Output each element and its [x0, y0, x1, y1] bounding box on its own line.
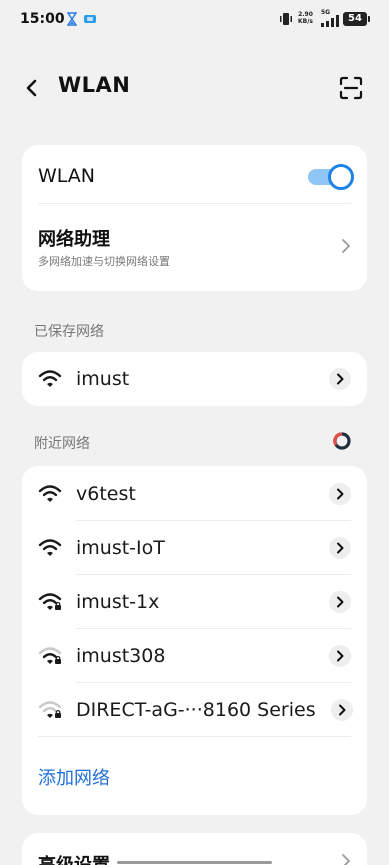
vibrate-icon	[280, 13, 292, 25]
network-assistant-title: 网络助理	[38, 229, 110, 250]
wifi-medium-locked-icon	[38, 647, 62, 664]
page-title: WLAN	[58, 73, 131, 97]
network-row-v6test[interactable]: v6test	[22, 466, 367, 520]
wifi-full-icon	[38, 539, 62, 556]
network-name: imust-1x	[76, 591, 160, 613]
network-row-imust[interactable]: imust	[22, 352, 367, 406]
network-row-imust-1x[interactable]: imust-1x	[22, 575, 367, 629]
nearby-networks-card: v6test imust-IoT imust-1x imust308 DIREC…	[22, 466, 367, 815]
chevron-right-icon	[342, 239, 350, 253]
wifi-full-icon	[38, 370, 62, 387]
advanced-settings-label: 高级设置	[38, 851, 110, 865]
network-row-direct-ag[interactable]: DIRECT-aG-···8160 Series	[22, 683, 367, 737]
scroll-indicator	[117, 861, 272, 864]
saved-networks-label: 已保存网络	[34, 324, 104, 340]
scan-qr-icon[interactable]	[338, 75, 364, 101]
wlan-toggle-row[interactable]: WLAN	[22, 145, 367, 203]
network-details-button[interactable]	[329, 368, 351, 390]
network-name: DIRECT-aG-···8160 Series	[76, 699, 316, 721]
network-name: imust	[76, 368, 130, 390]
wlan-card: WLAN 网络助理 多网络加速与切换网络设置	[22, 145, 367, 291]
network-details-button[interactable]	[331, 699, 353, 721]
network-assistant-subtitle: 多网络加速与切换网络设置	[38, 255, 170, 268]
advanced-settings-card: 高级设置	[22, 833, 367, 865]
chevron-right-icon	[337, 373, 344, 385]
status-bar: 15:00 2.90 KB/s 5G 54	[0, 0, 389, 40]
network-row-imust308[interactable]: imust308	[22, 629, 367, 683]
network-speed-unit: KB/s	[298, 18, 313, 25]
nearby-networks-label: 附近网络	[34, 436, 90, 452]
battery-level: 54	[343, 12, 370, 26]
advanced-settings-row[interactable]: 高级设置	[22, 833, 367, 865]
network-name: imust-IoT	[76, 537, 165, 559]
add-network-button[interactable]: 添加网络	[38, 764, 110, 790]
chevron-right-icon	[339, 704, 346, 716]
cellular-signal-icon	[321, 15, 339, 27]
chevron-right-icon	[337, 596, 344, 608]
network-details-button[interactable]	[329, 645, 351, 667]
wifi-full-icon	[38, 485, 62, 502]
chevron-right-icon	[342, 854, 350, 865]
status-time: 15:00	[20, 11, 65, 27]
saved-networks-card: imust	[22, 352, 367, 406]
network-name: imust308	[76, 645, 166, 667]
wlan-toggle-knob	[328, 164, 354, 190]
chevron-right-icon	[337, 542, 344, 554]
wlan-toggle[interactable]	[308, 164, 354, 190]
network-details-button[interactable]	[329, 483, 351, 505]
chevron-right-icon	[337, 488, 344, 500]
network-details-button[interactable]	[329, 537, 351, 559]
hourglass-icon	[67, 12, 77, 26]
wifi-locked-icon	[38, 593, 62, 610]
back-button[interactable]	[18, 74, 46, 102]
network-details-button[interactable]	[329, 591, 351, 613]
network-speed: 2.90 KB/s	[298, 11, 313, 25]
wlan-label: WLAN	[38, 165, 96, 187]
wifi-weak-locked-icon	[38, 701, 62, 718]
network-row-imust-iot[interactable]: imust-IoT	[22, 521, 367, 575]
app-notification-icon	[84, 15, 96, 23]
network-assistant-row[interactable]: 网络助理 多网络加速与切换网络设置	[22, 204, 367, 291]
chevron-right-icon	[337, 650, 344, 662]
header: WLAN	[0, 62, 389, 112]
divider	[38, 736, 351, 737]
loading-spinner-icon	[333, 432, 351, 450]
network-name: v6test	[76, 483, 136, 505]
network-speed-value: 2.90	[298, 11, 313, 18]
